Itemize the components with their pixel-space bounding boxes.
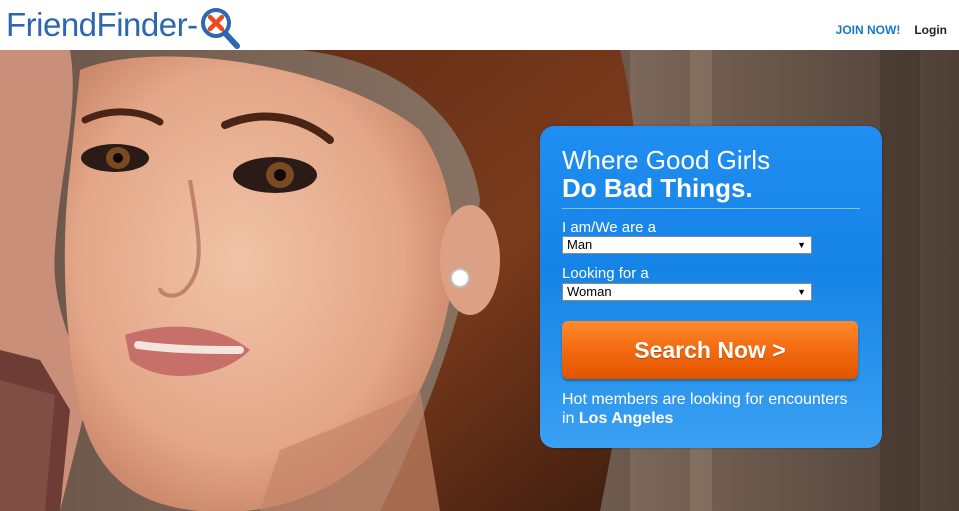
- magnifier-x-icon: [199, 3, 243, 49]
- looking-label: Looking for a: [562, 265, 649, 282]
- top-bar: FriendFinder- JOIN NOW! Login: [0, 0, 959, 50]
- headline-line2: Do Bad Things.: [562, 173, 753, 203]
- city-name: Los Angeles: [578, 410, 674, 427]
- triangle-down-icon: ▼: [797, 287, 806, 297]
- site-logo[interactable]: FriendFinder-: [6, 2, 243, 49]
- panel-divider: [562, 208, 860, 209]
- iam-select-value: Man: [567, 237, 593, 252]
- search-panel: Where Good Girls Do Bad Things. I am/We …: [540, 126, 882, 448]
- hot-members-text: Hot members are looking for encounters i…: [562, 390, 862, 428]
- triangle-down-icon: ▼: [797, 240, 806, 250]
- iam-label: I am/We are a: [562, 219, 656, 236]
- search-now-button[interactable]: Search Now >: [562, 321, 858, 379]
- looking-select[interactable]: Woman ▼: [562, 283, 812, 301]
- join-now-link[interactable]: JOIN NOW!: [836, 23, 901, 37]
- header-nav: JOIN NOW! Login: [836, 23, 947, 37]
- headline: Where Good Girls Do Bad Things.: [562, 146, 770, 202]
- logo-text: FriendFinder-: [6, 6, 198, 43]
- looking-select-value: Woman: [567, 284, 612, 299]
- login-link[interactable]: Login: [914, 23, 947, 37]
- headline-line1: Where Good Girls: [562, 145, 771, 175]
- hero-banner: Where Good Girls Do Bad Things. I am/We …: [0, 50, 959, 511]
- iam-select[interactable]: Man ▼: [562, 236, 812, 254]
